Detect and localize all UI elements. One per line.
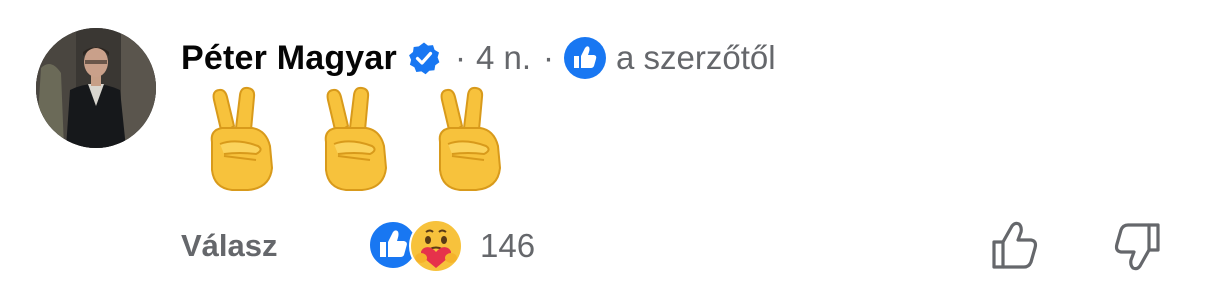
comment-header: Péter Magyar · 4 n. · a szerzőtől (181, 30, 776, 86)
reaction-icons (368, 218, 468, 274)
thumbs-down-icon[interactable] (1112, 220, 1162, 272)
reply-button[interactable]: Válasz (181, 228, 278, 264)
author-name[interactable]: Péter Magyar (181, 39, 397, 78)
timestamp[interactable]: 4 n. (476, 39, 531, 77)
victory-hand-icon (428, 86, 510, 196)
reaction-count: 146 (480, 227, 536, 264)
comment-body (200, 86, 510, 196)
author-avatar[interactable] (36, 28, 156, 148)
like-icon (564, 37, 606, 79)
author-like-label: a szerzőtől (616, 39, 776, 76)
verified-badge-icon (407, 41, 441, 75)
victory-hand-icon (200, 86, 282, 196)
thumbs-up-icon[interactable] (990, 220, 1040, 272)
header-separator: · (454, 39, 466, 76)
header-separator: · (543, 39, 554, 76)
victory-hand-icon (314, 86, 396, 196)
reactions-summary[interactable]: 146 (368, 218, 535, 274)
